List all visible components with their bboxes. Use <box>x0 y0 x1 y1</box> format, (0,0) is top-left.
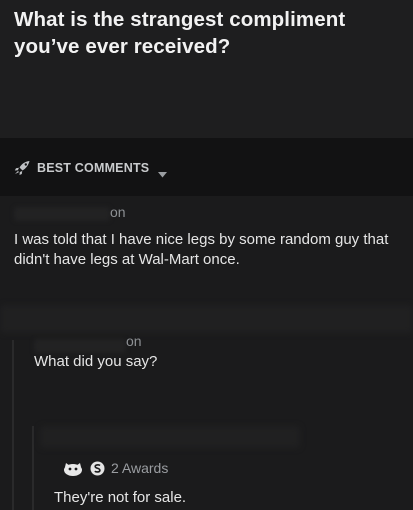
awards-row[interactable]: 2 Awards <box>62 459 168 477</box>
username-redacted <box>14 207 110 221</box>
thread-line[interactable] <box>12 340 14 510</box>
redacted-area <box>40 426 300 448</box>
comment-body: What did you say? <box>34 353 158 370</box>
comment-username[interactable]: on <box>126 333 142 349</box>
comment-body: They're not for sale. <box>54 489 187 506</box>
thread-line[interactable] <box>32 426 34 510</box>
reddit-thread-view: What is the strangest compliment you’ve … <box>0 0 413 510</box>
post-title: What is the strangest compliment you’ve … <box>14 8 346 58</box>
caret-down-icon <box>158 165 168 177</box>
comment-username[interactable]: on <box>110 204 126 220</box>
awards-count: 2 Awards <box>111 460 169 476</box>
sort-label: BEST COMMENTS <box>37 160 150 175</box>
award-icon <box>62 459 84 477</box>
silver-award-icon <box>90 461 105 476</box>
sort-comments-button[interactable]: BEST COMMENTS <box>14 160 168 177</box>
rocket-icon <box>14 160 31 175</box>
comment-body: I was told that I have nice legs by some… <box>14 231 389 268</box>
post-header: What is the strangest compliment you’ve … <box>0 0 413 138</box>
redacted-area <box>0 305 413 333</box>
username-redacted <box>34 339 126 353</box>
